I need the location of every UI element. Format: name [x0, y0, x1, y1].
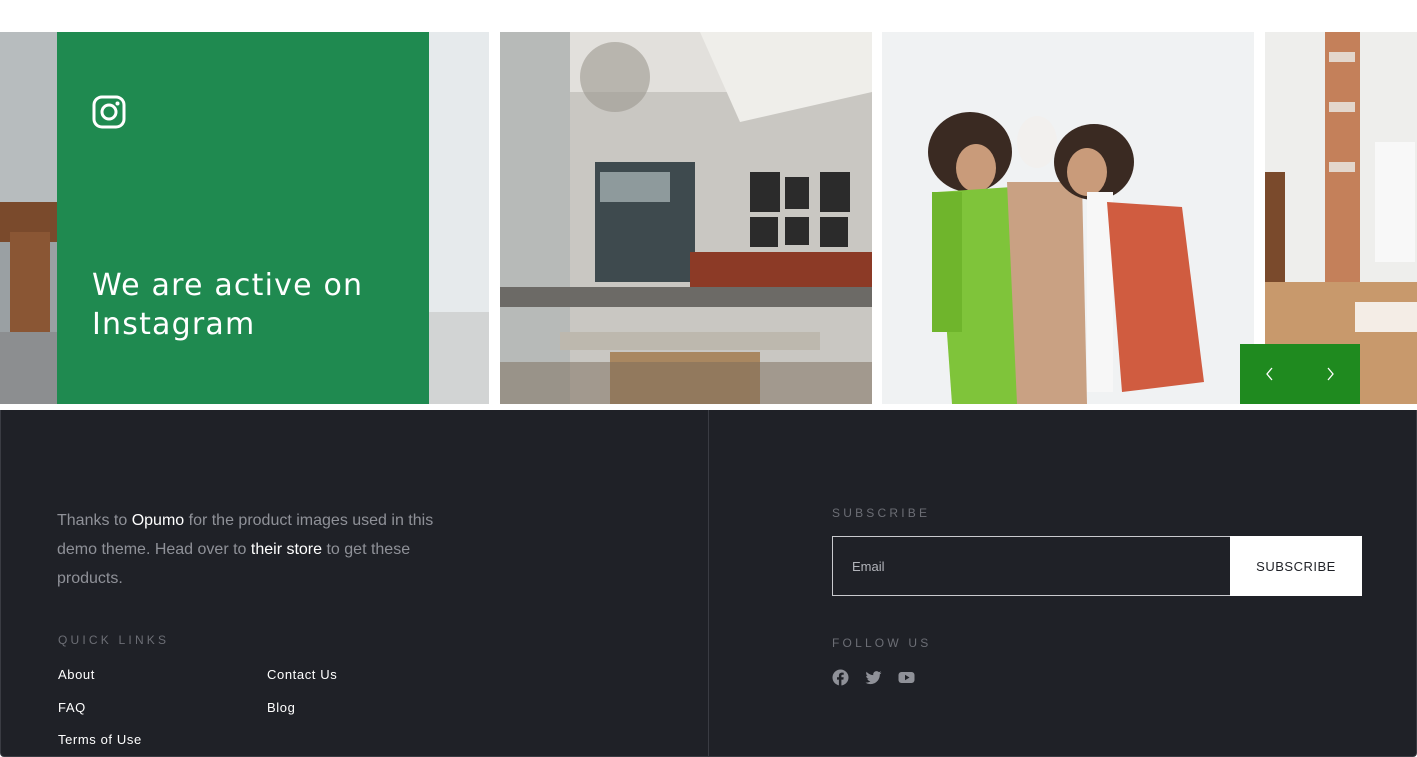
- footer-divider: [708, 410, 709, 757]
- slider-next-button[interactable]: [1300, 344, 1360, 404]
- credits-text: Thanks to Opumo for the product images u…: [57, 506, 477, 593]
- instagram-promo-card[interactable]: We are active on Instagram: [57, 32, 429, 404]
- slider-nav: [1240, 344, 1360, 404]
- facebook-icon[interactable]: [832, 669, 849, 686]
- instagram-photo-restaurant[interactable]: [500, 32, 872, 404]
- footer: Thanks to Opumo for the product images u…: [0, 410, 1417, 757]
- social-links: [832, 669, 915, 686]
- their-store-link[interactable]: their store: [251, 541, 322, 558]
- quick-links-heading: QUICK LINKS: [58, 633, 170, 647]
- opumo-link[interactable]: Opumo: [132, 512, 184, 529]
- slider-prev-button[interactable]: [1240, 344, 1300, 404]
- quick-link-terms-of-use[interactable]: Terms of Use: [58, 732, 142, 747]
- subscribe-form: SUBSCRIBE: [832, 536, 1362, 596]
- twitter-icon[interactable]: [865, 669, 882, 686]
- follow-us-heading: FOLLOW US: [832, 636, 932, 650]
- youtube-icon[interactable]: [898, 669, 915, 686]
- subscribe-button[interactable]: SUBSCRIBE: [1230, 536, 1362, 596]
- instagram-photo-models[interactable]: [882, 32, 1254, 404]
- quick-link-faq[interactable]: FAQ: [58, 700, 86, 715]
- chevron-right-icon: [1327, 367, 1334, 381]
- email-input[interactable]: [832, 536, 1230, 596]
- instagram-headline: We are active on Instagram: [92, 268, 364, 342]
- subscribe-heading: SUBSCRIBE: [832, 506, 931, 520]
- instagram-icon: [92, 95, 126, 129]
- instagram-strip: We are active on Instagram: [0, 32, 1417, 404]
- quick-link-contact-us[interactable]: Contact Us: [267, 667, 337, 682]
- quick-link-about[interactable]: About: [58, 667, 95, 682]
- credits-text-part: Thanks to: [57, 512, 132, 529]
- chevron-left-icon: [1266, 367, 1273, 381]
- quick-link-blog[interactable]: Blog: [267, 700, 295, 715]
